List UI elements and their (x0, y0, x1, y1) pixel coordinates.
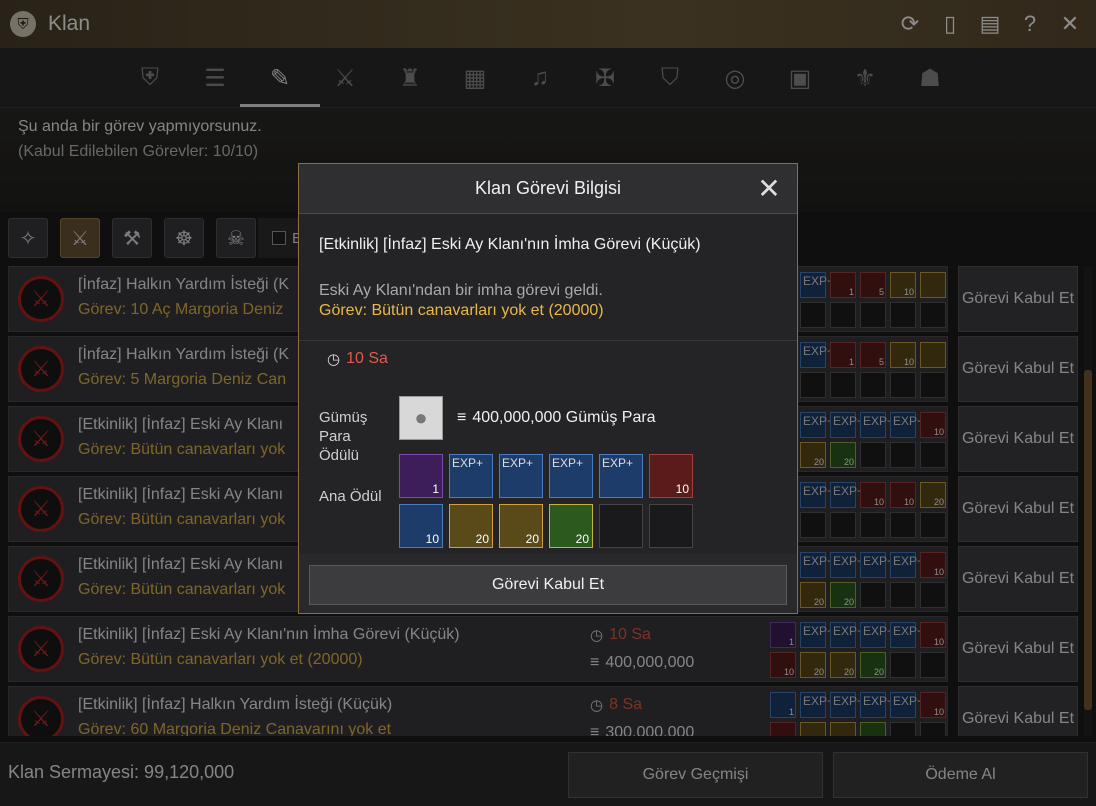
modal-accept-button[interactable]: Görevi Kabul Et (309, 565, 787, 605)
modal-quest-intro: Eski Ay Klanı'ndan bir imha görevi geldi… (319, 282, 603, 299)
main-reward-slot[interactable]: 20 (549, 504, 593, 548)
main-reward-slot[interactable]: 1 (399, 454, 443, 498)
reward-count: 10 (675, 482, 689, 496)
silver-reward-label: Gümüş Para Ödülü (319, 409, 368, 464)
silver-reward-text: 400,000,000 Gümüş Para (472, 409, 656, 426)
reward-count: 20 (575, 532, 589, 546)
silver-coins-icon[interactable]: ● (399, 396, 443, 440)
main-reward-slot[interactable]: 20 (449, 504, 493, 548)
main-reward-label: Ana Ödül (319, 488, 382, 505)
main-reward-slot[interactable]: 10 (649, 454, 693, 498)
main-reward-slot[interactable]: EXP+ (499, 454, 543, 498)
modal-quest-task: Görev: Bütün canavarları yok et (20000) (319, 302, 604, 319)
modal-header: Klan Görevi Bilgisi (299, 164, 797, 214)
reward-count: 10 (425, 532, 439, 546)
exp-boost-icon: EXP+ (552, 456, 584, 470)
modal-quest-title: [Etkinlik] [İnfaz] Eski Ay Klanı'nın İmh… (319, 236, 701, 253)
silver-reward-amount: ≡ 400,000,000 Gümüş Para (457, 409, 656, 427)
main-reward-slot[interactable] (599, 504, 643, 548)
main-reward-grid: 1 EXP+ EXP+ EXP+ EXP+ 10 10 20 20 20 (399, 454, 693, 548)
reward-count: 20 (475, 532, 489, 546)
clock-icon: ◷ (327, 351, 341, 368)
quest-info-modal: Klan Görevi Bilgisi ✕ [Etkinlik] [İnfaz]… (298, 163, 798, 614)
divider (299, 340, 797, 341)
reward-count: 1 (432, 482, 439, 496)
main-reward-slot[interactable]: EXP+ (599, 454, 643, 498)
main-reward-slot[interactable]: EXP+ (449, 454, 493, 498)
exp-boost-icon: EXP+ (502, 456, 534, 470)
main-reward-slot[interactable] (649, 504, 693, 548)
exp-boost-icon: EXP+ (602, 456, 634, 470)
modal-time-value: 10 Sa (346, 350, 388, 367)
main-reward-slot[interactable]: 10 (399, 504, 443, 548)
main-reward-slot[interactable]: 20 (499, 504, 543, 548)
modal-title: Klan Görevi Bilgisi (474, 178, 622, 198)
exp-boost-icon: EXP+ (452, 456, 484, 470)
modal-time: ◷ 10 Sa (327, 350, 388, 368)
reward-count: 20 (525, 532, 539, 546)
coin-stack-icon: ≡ (457, 409, 467, 426)
modal-close-icon[interactable]: ✕ (753, 172, 785, 204)
main-reward-slot[interactable]: EXP+ (549, 454, 593, 498)
